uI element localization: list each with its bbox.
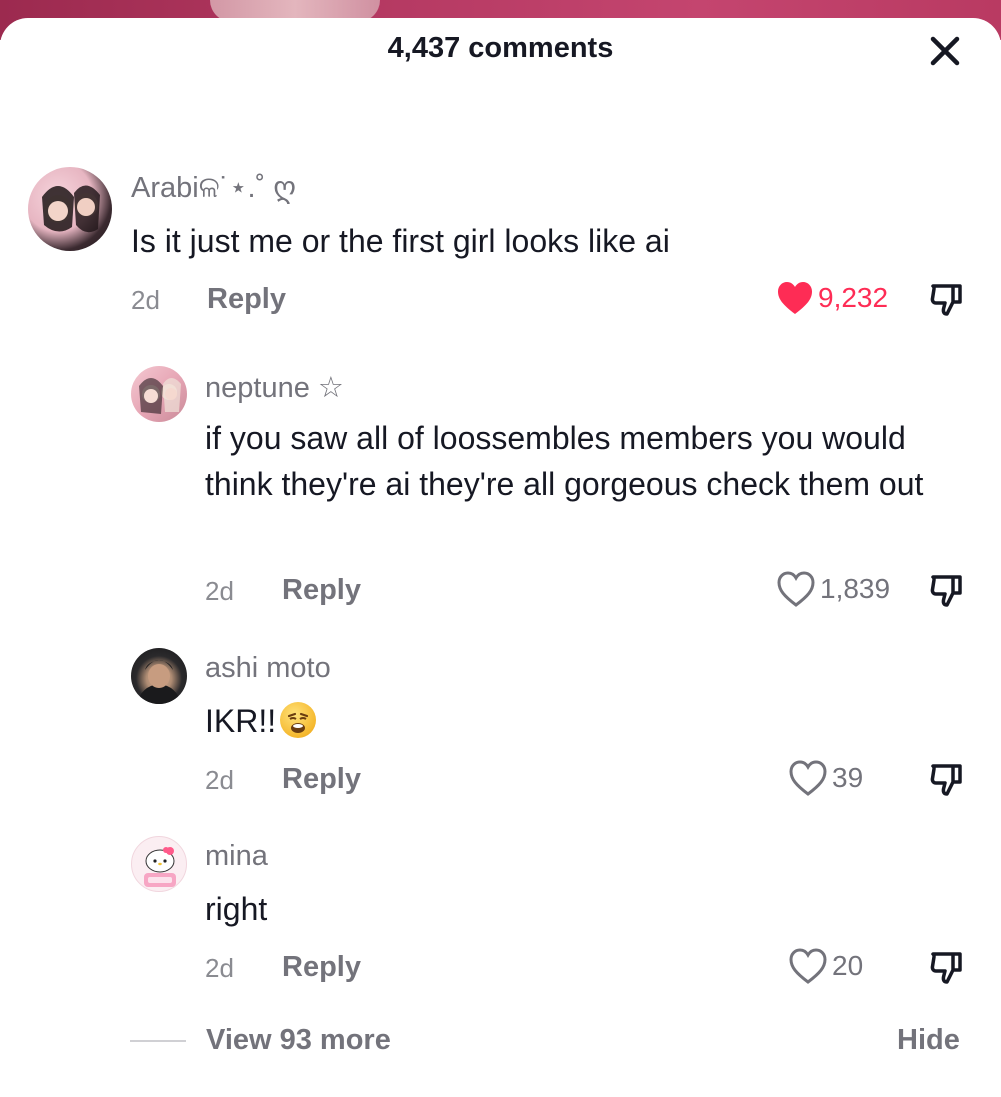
comment-username[interactable]: mina xyxy=(205,840,268,873)
avatar[interactable] xyxy=(131,836,187,892)
reply-button[interactable]: Reply xyxy=(282,574,361,607)
dislike-icon[interactable] xyxy=(928,572,964,608)
comment-time: 2d xyxy=(131,285,160,315)
like-count: 9,232 xyxy=(818,282,889,313)
comment-time: 2d xyxy=(205,953,234,983)
close-icon[interactable] xyxy=(926,32,964,70)
view-more-divider xyxy=(130,1040,186,1042)
comment-time: 2d xyxy=(205,765,234,795)
avatar[interactable] xyxy=(131,366,187,422)
comment-text: if you saw all of loossembles members yo… xyxy=(205,420,924,502)
heart-filled-icon xyxy=(778,282,812,314)
reply-button[interactable]: Reply xyxy=(282,951,361,984)
comment-text: IKR!! xyxy=(205,703,277,739)
reply-button[interactable]: Reply xyxy=(207,283,286,316)
like-button[interactable]: 1,839 xyxy=(776,570,890,608)
comment-text: right xyxy=(205,891,268,927)
heart-outline-icon xyxy=(777,571,815,607)
comment-username[interactable]: Arabiଳ˙⋆.˚ ღ xyxy=(131,170,296,205)
like-count: 39 xyxy=(832,762,864,793)
dislike-icon[interactable] xyxy=(928,761,964,797)
like-count: 20 xyxy=(832,950,864,981)
comment-text: Is it just me or the first girl looks li… xyxy=(131,223,670,259)
dislike-icon[interactable] xyxy=(928,949,964,985)
comment-username[interactable]: ashi moto xyxy=(205,652,331,685)
comment-username[interactable]: neptune ☆ xyxy=(205,370,344,405)
comment-text-row: IKR!! xyxy=(205,698,925,744)
like-button[interactable]: 20 xyxy=(788,947,863,985)
avatar[interactable] xyxy=(28,167,112,251)
avatar[interactable] xyxy=(131,648,187,704)
view-more-replies-button[interactable]: View 93 more xyxy=(206,1024,391,1057)
like-count: 1,839 xyxy=(820,573,891,604)
comment-time: 2d xyxy=(205,576,234,606)
heart-outline-icon xyxy=(789,760,827,796)
comments-count-title: 4,437 comments xyxy=(387,32,614,64)
reply-button[interactable]: Reply xyxy=(282,763,361,796)
weary-face-emoji-icon xyxy=(280,702,317,738)
dislike-icon[interactable] xyxy=(928,281,964,317)
hide-replies-button[interactable]: Hide xyxy=(897,1024,960,1057)
heart-outline-icon xyxy=(789,948,827,984)
like-button[interactable]: 9,232 xyxy=(776,280,888,316)
like-button[interactable]: 39 xyxy=(788,759,863,797)
